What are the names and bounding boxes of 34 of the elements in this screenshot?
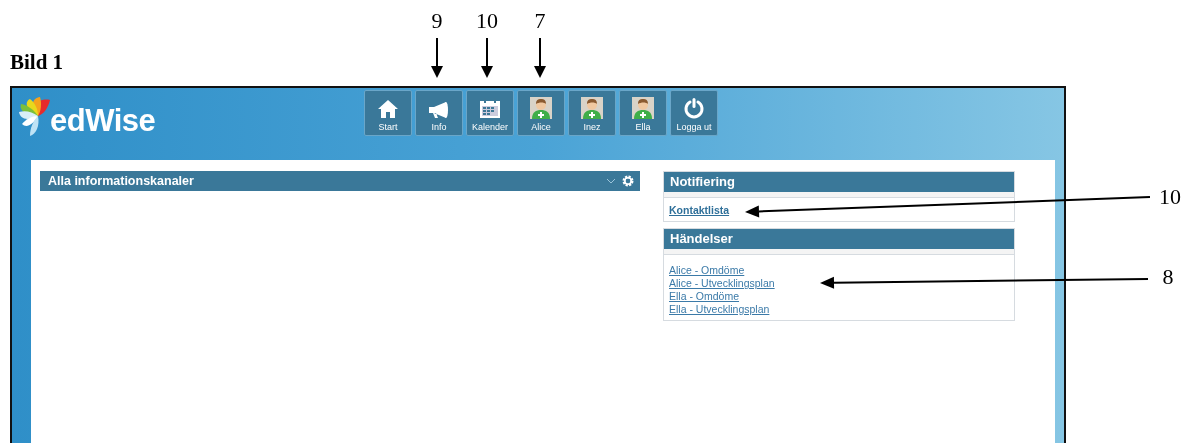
event-link[interactable]: Alice - Utvecklingsplan: [669, 277, 775, 290]
arrow: [534, 37, 546, 78]
panel-header: Alla informationskanaler: [40, 171, 640, 191]
panel-title: Notifiering: [664, 172, 1014, 192]
callout-number: 10: [1159, 184, 1181, 209]
chevron-down-icon[interactable]: [606, 178, 616, 184]
toolbar-button[interactable]: Alice: [517, 90, 565, 136]
toolbar-button[interactable]: Inez: [568, 90, 616, 136]
add-person-icon: [530, 97, 552, 119]
event-link[interactable]: Alice - Omdöme: [669, 264, 745, 277]
callout-number: 8: [1162, 264, 1174, 289]
toolbar-button[interactable]: Ella: [619, 90, 667, 136]
settings-icon[interactable]: [622, 175, 634, 187]
add-person-icon: [632, 97, 654, 119]
figure-caption: Bild 1: [10, 50, 64, 75]
add-person-icon: [581, 97, 603, 119]
event-link[interactable]: Ella - Omdöme: [669, 290, 740, 303]
arrow: [481, 37, 493, 78]
arrow: [431, 37, 443, 78]
toolbar-button[interactable]: Kalender: [466, 90, 514, 136]
toolbar-button[interactable]: Start: [364, 90, 412, 136]
logo-text: edWise: [50, 104, 156, 138]
event-link[interactable]: Ella - Utvecklingsplan: [669, 303, 770, 316]
event-link[interactable]: Kontaktlista: [669, 204, 730, 217]
callout-number: 9: [431, 8, 443, 33]
megaphone-icon: [427, 101, 451, 119]
callout-number: 7: [534, 8, 546, 33]
toolbar-button[interactable]: Logga ut: [670, 90, 718, 136]
power-icon: [683, 97, 705, 119]
panel-title: Händelser: [664, 229, 1014, 249]
callout-number: 10: [476, 8, 498, 33]
calendar-icon: [479, 98, 501, 119]
home-icon: [377, 99, 399, 119]
toolbar-button[interactable]: Info: [415, 90, 463, 136]
